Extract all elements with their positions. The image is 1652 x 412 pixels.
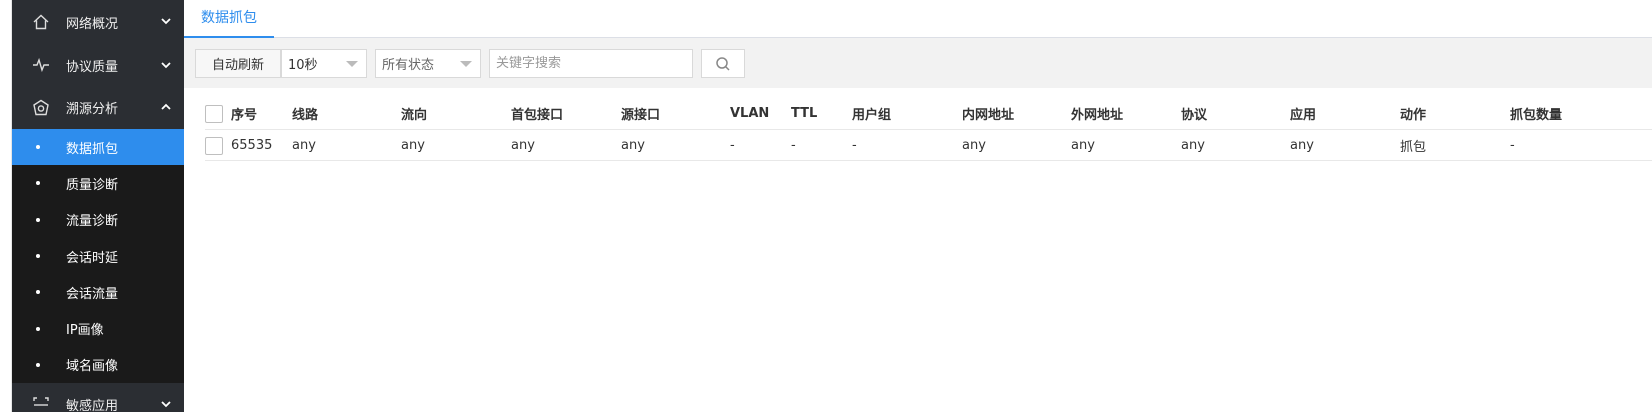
col-header-direction: 流向 bbox=[401, 108, 428, 123]
cell-direction: any bbox=[401, 137, 425, 153]
cell-protocol: any bbox=[1181, 137, 1205, 153]
col-header-source-interface: 源接口 bbox=[621, 108, 661, 123]
caret-down-icon bbox=[346, 61, 358, 67]
sidebar-group-label: 协议质量 bbox=[66, 59, 119, 75]
sidebar-item-ip-profile[interactable]: IP画像 bbox=[12, 310, 184, 346]
bullet-icon bbox=[36, 145, 40, 150]
submenu: 数据抓包 质量诊断 流量诊断 会话时延 会话流量 IP画像 域名画像 bbox=[12, 129, 184, 384]
sidebar-item-traffic-diagnosis[interactable]: 流量诊断 bbox=[12, 202, 184, 238]
refresh-interval-value: 10秒 bbox=[288, 58, 318, 73]
cell-line: any bbox=[292, 137, 316, 153]
cell-source-interface: any bbox=[621, 137, 645, 153]
sidebar-item-label: 质量诊断 bbox=[66, 177, 119, 193]
caret-down-icon bbox=[460, 61, 472, 67]
sidebar-group-label: 溯源分析 bbox=[66, 102, 119, 117]
sidebar-group-protocol-quality[interactable]: 协议质量 bbox=[12, 44, 184, 86]
bullet-icon bbox=[36, 181, 40, 186]
chevron-down-icon bbox=[161, 62, 171, 69]
main-panel: 数据抓包 自动刷新 10秒 所有状态 序号 线路 流向 首包接口 源接口 VLA… bbox=[184, 0, 1652, 412]
chevron-down-icon bbox=[161, 18, 171, 25]
table-row[interactable]: 65535 any any any any - - - any any any … bbox=[205, 130, 1652, 161]
tab-packet-capture[interactable]: 数据抓包 bbox=[184, 0, 274, 38]
content-area: 序号 线路 流向 首包接口 源接口 VLAN TTL 用户组 内网地址 外网地址… bbox=[184, 88, 1652, 412]
bullet-icon bbox=[36, 217, 40, 222]
cell-first-interface: any bbox=[511, 137, 535, 153]
status-value: 所有状态 bbox=[382, 58, 435, 73]
col-header-id: 序号 bbox=[231, 108, 258, 123]
chevron-down-icon bbox=[161, 401, 171, 408]
col-header-vlan: VLAN bbox=[730, 106, 770, 121]
bullet-icon bbox=[36, 362, 40, 367]
scan-icon bbox=[33, 396, 49, 406]
home-icon bbox=[33, 14, 49, 30]
cell-ttl: - bbox=[791, 137, 796, 153]
keyword-search-input[interactable] bbox=[489, 49, 693, 78]
sidebar-item-label: 流量诊断 bbox=[66, 214, 119, 230]
col-header-ttl: TTL bbox=[791, 106, 818, 121]
toolbar: 自动刷新 10秒 所有状态 bbox=[184, 38, 1652, 88]
sidebar-group-trace-analysis[interactable]: 溯源分析 bbox=[12, 86, 184, 129]
sidebar-item-session-latency[interactable]: 会话时延 bbox=[12, 238, 184, 274]
row-checkbox[interactable] bbox=[205, 137, 223, 155]
sidebar-item-label: 域名画像 bbox=[66, 359, 119, 375]
cell-user-group: - bbox=[852, 137, 857, 153]
sidebar-item-label: 会话时延 bbox=[66, 250, 119, 266]
tab-bar: 数据抓包 bbox=[184, 0, 1652, 38]
pulse-icon bbox=[33, 57, 49, 73]
sidebar-group-label: 敏感应用 bbox=[66, 399, 119, 412]
cell-capture-count: - bbox=[1510, 137, 1515, 153]
sidebar-item-label: 数据抓包 bbox=[66, 141, 119, 157]
bullet-icon bbox=[36, 254, 40, 259]
sidebar: 网络概况 协议质量 溯源分析 数据抓包 质量诊断 流量诊断 会话时延 会话流量 … bbox=[12, 0, 184, 412]
capture-table: 序号 线路 流向 首包接口 源接口 VLAN TTL 用户组 内网地址 外网地址… bbox=[205, 98, 1652, 161]
cell-vlan: - bbox=[730, 137, 735, 153]
chevron-up-icon bbox=[161, 103, 171, 110]
sidebar-item-label: IP画像 bbox=[66, 323, 104, 339]
col-header-protocol: 协议 bbox=[1181, 108, 1208, 123]
shield-icon bbox=[33, 99, 49, 115]
status-select[interactable]: 所有状态 bbox=[375, 49, 481, 78]
col-header-capture-count: 抓包数量 bbox=[1510, 108, 1563, 123]
cell-id: 65535 bbox=[231, 137, 273, 153]
left-edge bbox=[0, 0, 12, 412]
sidebar-group-overview[interactable]: 网络概况 bbox=[12, 0, 184, 44]
col-header-application: 应用 bbox=[1290, 108, 1317, 123]
cell-internal-address: any bbox=[962, 137, 986, 153]
sidebar-item-domain-profile[interactable]: 域名画像 bbox=[12, 347, 184, 383]
sidebar-group-label: 网络概况 bbox=[66, 16, 119, 32]
sidebar-item-packet-capture[interactable]: 数据抓包 bbox=[12, 129, 184, 166]
col-header-external-address: 外网地址 bbox=[1071, 108, 1124, 123]
select-all-checkbox[interactable] bbox=[205, 105, 223, 123]
auto-refresh-button[interactable]: 自动刷新 bbox=[195, 49, 281, 78]
cell-application: any bbox=[1290, 137, 1314, 153]
col-header-user-group: 用户组 bbox=[852, 108, 892, 123]
col-header-action: 动作 bbox=[1400, 108, 1427, 123]
col-header-first-interface: 首包接口 bbox=[511, 108, 564, 123]
sidebar-item-session-traffic[interactable]: 会话流量 bbox=[12, 274, 184, 310]
cell-external-address: any bbox=[1071, 137, 1095, 153]
sidebar-item-label: 会话流量 bbox=[66, 286, 119, 302]
sidebar-item-quality-diagnosis[interactable]: 质量诊断 bbox=[12, 165, 184, 201]
refresh-interval-select[interactable]: 10秒 bbox=[281, 49, 367, 78]
cell-action: 抓包 bbox=[1400, 139, 1427, 155]
search-icon bbox=[716, 56, 730, 71]
table-header-row: 序号 线路 流向 首包接口 源接口 VLAN TTL 用户组 内网地址 外网地址… bbox=[205, 98, 1652, 130]
search-button[interactable] bbox=[701, 49, 745, 78]
sidebar-group-sensitive-apps[interactable]: 敏感应用 bbox=[12, 383, 184, 412]
bullet-icon bbox=[36, 326, 40, 331]
col-header-line: 线路 bbox=[292, 108, 319, 123]
col-header-internal-address: 内网地址 bbox=[962, 108, 1015, 123]
bullet-icon bbox=[36, 290, 40, 295]
